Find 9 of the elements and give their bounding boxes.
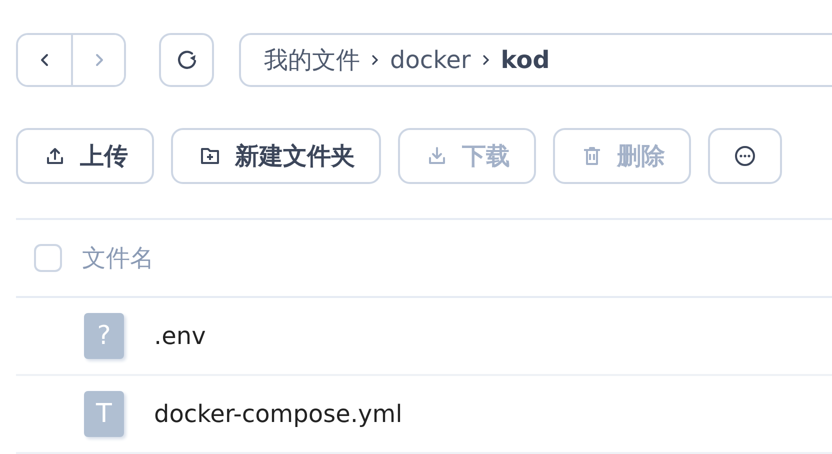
file-name[interactable]: docker-compose.yml [154,400,402,428]
upload-button[interactable]: 上传 [16,128,154,184]
breadcrumb-item[interactable]: 我的文件 [264,44,360,76]
new-folder-button[interactable]: 新建文件夹 [171,128,381,184]
file-icon: ? [84,313,124,359]
breadcrumb-item[interactable]: docker [390,46,471,74]
breadcrumb-item[interactable]: kod [500,46,550,74]
file-name[interactable]: .env [154,322,206,350]
file-icon: T [84,391,124,437]
